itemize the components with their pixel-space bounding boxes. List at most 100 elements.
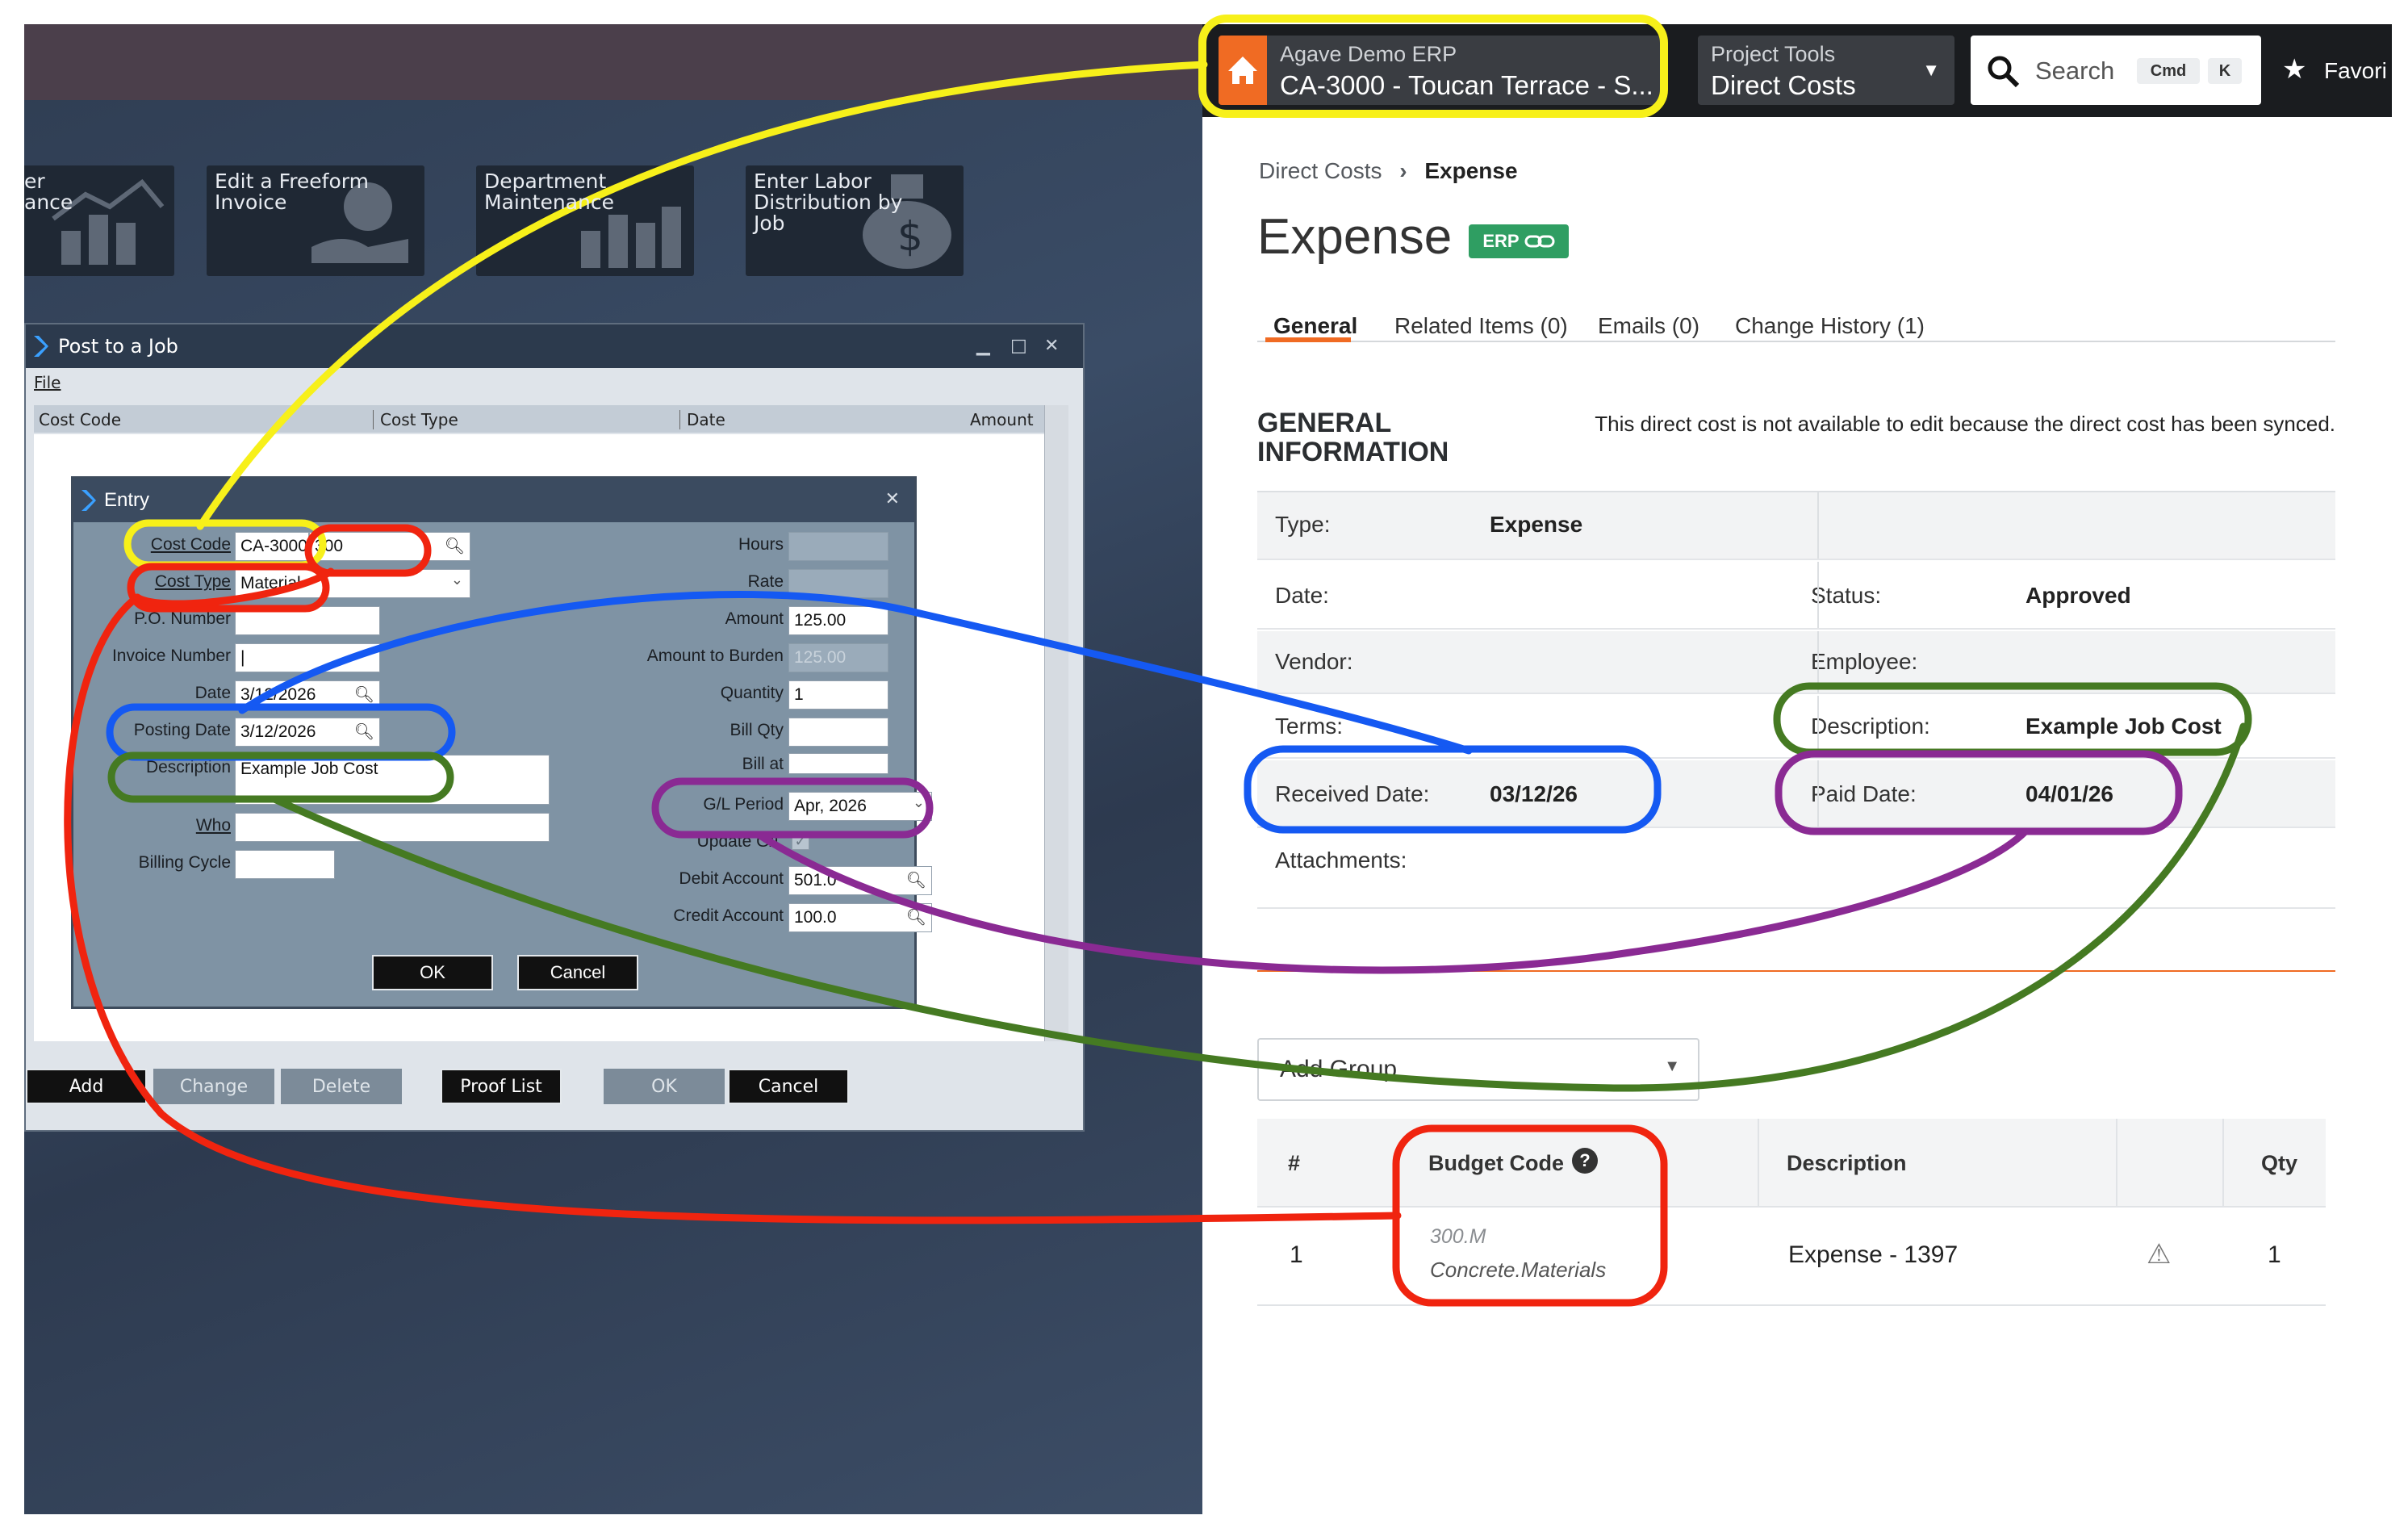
vendor-label: Vendor: [1275, 649, 1353, 674]
type-value: Expense [1490, 512, 1583, 537]
col-description[interactable]: Description [1787, 1151, 1907, 1176]
bill-qty-field[interactable] [788, 718, 888, 747]
search-icon[interactable]: 🔍︎ [445, 536, 465, 556]
entry-ok-button[interactable]: OK [372, 955, 493, 990]
tile-label: Edit a Freeform Invoice [215, 170, 369, 214]
col-date[interactable]: Date [679, 410, 725, 429]
hours-field[interactable] [788, 532, 888, 561]
table-row[interactable]: 1 300.M Concrete.Materials Expense - 139… [1257, 1209, 2326, 1306]
tile-label: er ance [24, 170, 73, 214]
date-field[interactable]: 3/12/2026 🔍︎ [235, 680, 380, 709]
cancel-button[interactable]: Cancel [728, 1069, 849, 1104]
tools-label: Project Tools [1711, 42, 1836, 66]
entry-cancel-button[interactable]: Cancel [517, 955, 638, 990]
col-amount[interactable]: Amount [970, 410, 1034, 429]
col-cost-code[interactable]: Cost Code [39, 410, 121, 429]
tab-related-items[interactable]: Related Items (0) [1394, 313, 1568, 339]
tab-general[interactable]: General [1273, 313, 1357, 339]
gl-period-select[interactable]: Apr, 2026 ⌄ [788, 792, 932, 821]
vertical-scrollbar[interactable] [1044, 405, 1068, 1041]
info-row-received: Received Date: 03/12/26 Paid Date: 04/01… [1257, 760, 2335, 828]
chevron-right-icon [82, 490, 96, 511]
cost-type-select[interactable]: Material ⌄ [235, 569, 470, 598]
help-icon[interactable]: ? [1572, 1148, 1598, 1174]
bill-at-field[interactable] [788, 753, 888, 774]
close-icon[interactable]: ✕ [1044, 336, 1059, 356]
project-tools-selector[interactable]: Project Tools Direct Costs ▼ [1698, 36, 1954, 105]
who-field[interactable] [235, 813, 550, 842]
po-number-field[interactable] [235, 606, 380, 635]
debit-account-field[interactable]: 501.0 🔍︎ [788, 866, 932, 895]
col-qty[interactable]: Qty [2261, 1151, 2297, 1176]
breadcrumb-parent[interactable]: Direct Costs [1259, 158, 1382, 183]
search-icon[interactable]: 🔍︎ [354, 722, 374, 742]
posting-date-field[interactable]: 3/12/2026 🔍︎ [235, 718, 380, 747]
col-cost-type[interactable]: Cost Type [373, 410, 458, 429]
info-row-vendor: Vendor: Employee: [1257, 631, 2335, 694]
col-divider [2222, 1119, 2224, 1206]
proof-list-button[interactable]: Proof List [441, 1069, 562, 1104]
description-label: Description: [1811, 714, 1930, 739]
search-icon[interactable]: 🔍︎ [354, 684, 374, 705]
window-title-bar: Post to a Job ▁ □ ✕ [26, 324, 1083, 368]
entry-title-bar: Entry ✕ [73, 479, 914, 522]
credit-account-field[interactable]: 100.0 🔍︎ [788, 903, 932, 932]
update-gl-checkbox[interactable]: ✓ [792, 832, 809, 850]
change-button[interactable]: Change [153, 1069, 274, 1104]
amount-to-burden-field[interactable]: 125.00 [788, 643, 888, 672]
col-divider [1758, 1119, 1759, 1206]
favorites-link[interactable]: Favori [2324, 58, 2387, 84]
add-group-select[interactable]: Add Group ▼ [1257, 1038, 1699, 1101]
line-items-header: # Budget Code ? Description Qty [1257, 1119, 2326, 1208]
budget-code-name: Concrete.Materials [1430, 1258, 1607, 1282]
search-icon[interactable]: 🔍︎ [906, 907, 926, 927]
minimize-icon[interactable]: ▁ [976, 336, 990, 356]
star-icon[interactable]: ★ [2282, 53, 2306, 86]
rate-field[interactable] [788, 569, 888, 598]
delete-button[interactable]: Delete [281, 1069, 402, 1104]
tile-department-maintenance[interactable]: Department Maintenance [476, 165, 694, 276]
close-icon[interactable]: ✕ [885, 488, 900, 509]
column-divider [1817, 631, 1819, 693]
cost-code-field[interactable]: CA-3000 [235, 532, 309, 561]
invoice-number-field[interactable]: | [235, 643, 380, 672]
breadcrumb-current: Expense [1424, 158, 1518, 183]
maximize-icon[interactable]: □ [1010, 336, 1027, 356]
terms-label: Terms: [1275, 714, 1343, 739]
tile-enter-labor-distribution[interactable]: Enter Labor Distribution by Job $ [746, 165, 964, 276]
window-title: Post to a Job [58, 335, 178, 358]
rate-label: Rate [747, 572, 784, 591]
cost-code-label: Cost Code [150, 535, 231, 554]
tile-edit-freeform-invoice[interactable]: Edit a Freeform Invoice [207, 165, 424, 276]
billing-cycle-field[interactable] [235, 850, 335, 879]
search-icon[interactable]: 🔍︎ [906, 870, 926, 890]
col-budget-code[interactable]: Budget Code [1428, 1151, 1564, 1176]
tab-emails[interactable]: Emails (0) [1598, 313, 1699, 339]
quantity-field[interactable]: 1 [788, 680, 888, 709]
add-button[interactable]: Add [26, 1069, 147, 1104]
tile-finance[interactable]: er ance [24, 165, 174, 276]
link-icon [1524, 235, 1555, 248]
amount-field[interactable]: 125.00 [788, 606, 888, 635]
column-divider [1817, 562, 1819, 628]
menu-file[interactable]: File [34, 373, 61, 392]
ok-button-disabled[interactable]: OK [604, 1069, 725, 1104]
k-key: K [2208, 58, 2242, 84]
project-name: CA-3000 - Toucan Terrace - S... [1280, 70, 1653, 100]
attachments-label: Attachments: [1275, 848, 1407, 873]
menu-bar: File [26, 368, 1083, 399]
desktop-top-bar [24, 24, 1202, 100]
description-field[interactable]: Example Job Cost [235, 755, 550, 805]
home-button[interactable] [1219, 36, 1267, 105]
sync-notice: This direct cost is not available to edi… [1595, 412, 2335, 436]
invoice-number-label: Invoice Number [111, 647, 231, 665]
project-selector[interactable]: Agave Demo ERP CA-3000 - Toucan Terrace … [1267, 36, 1661, 105]
description-label: Description [145, 758, 231, 776]
info-row-date: Date: Status: Approved [1257, 562, 2335, 630]
col-number[interactable]: # [1288, 1151, 1300, 1176]
cost-code-sub-field[interactable]: 300 🔍︎ [309, 532, 470, 561]
received-date-value: 03/12/26 [1490, 781, 1578, 806]
tab-change-history[interactable]: Change History (1) [1735, 313, 1925, 339]
search-input[interactable]: Search Cmd K [1971, 36, 2261, 105]
warning-icon[interactable]: ⚠ [2147, 1238, 2171, 1270]
